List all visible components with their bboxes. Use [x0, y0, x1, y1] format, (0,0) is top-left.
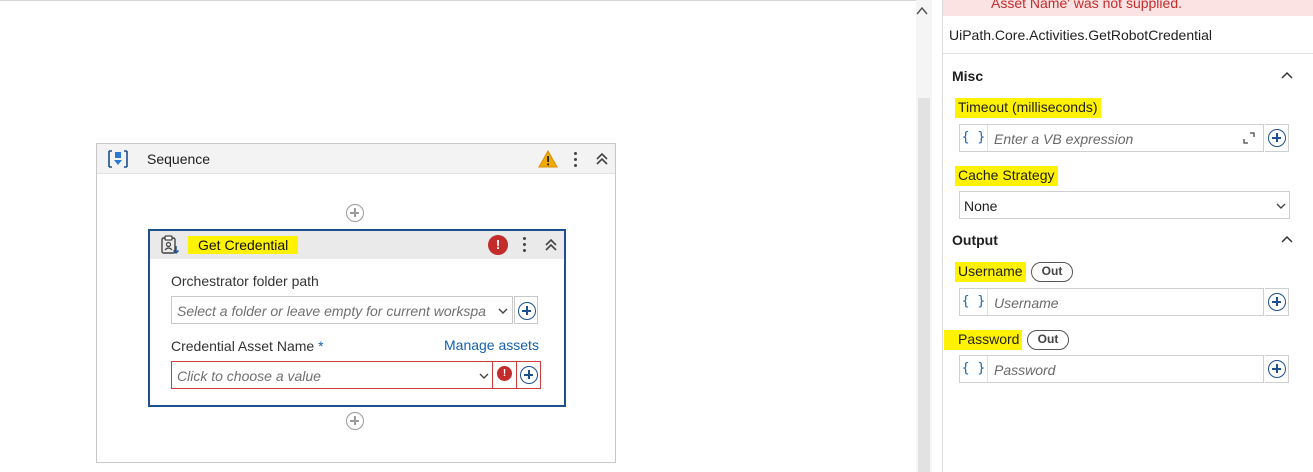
- properties-error-banner: Asset Name' was not supplied.: [943, 0, 1313, 16]
- sequence-more-icon[interactable]: [572, 150, 578, 170]
- folder-path-label: Orchestrator folder path: [171, 273, 319, 289]
- properties-body: Misc Timeout (milliseconds) { } Enter a …: [943, 54, 1313, 472]
- canvas-scroll-thumb[interactable]: [918, 98, 930, 472]
- folder-path-placeholder: Select a folder or leave empty for curre…: [177, 303, 486, 319]
- password-add-button[interactable]: [1265, 355, 1289, 383]
- asset-name-add-button[interactable]: [516, 361, 540, 389]
- asset-error-box: !: [492, 361, 516, 389]
- activity-title: Get Credential: [188, 236, 299, 254]
- sequence-title: Sequence: [147, 151, 211, 167]
- activity-error-icon[interactable]: !: [488, 235, 508, 255]
- plus-circle-icon: [518, 302, 536, 320]
- timeout-input[interactable]: { } Enter a VB expression: [959, 124, 1264, 152]
- activity-collapse-icon[interactable]: [544, 238, 558, 252]
- output-collapse-icon[interactable]: [1281, 234, 1293, 246]
- category-misc[interactable]: Misc: [952, 68, 983, 84]
- password-input[interactable]: { } Password: [959, 355, 1264, 383]
- sequence-header[interactable]: Sequence: [97, 144, 615, 174]
- properties-panel: Asset Name' was not supplied. UiPath.Cor…: [942, 0, 1313, 472]
- chevron-down-icon[interactable]: [1275, 200, 1287, 212]
- sequence-collapse-icon[interactable]: [595, 152, 609, 166]
- designer-canvas[interactable]: Sequence Get Credential ! Orchestrator f…: [0, 0, 916, 472]
- scroll-up-icon[interactable]: [914, 2, 930, 20]
- chevron-down-icon[interactable]: [497, 305, 509, 317]
- folder-path-add-button[interactable]: [514, 296, 538, 324]
- properties-error-text: Asset Name' was not supplied.: [991, 0, 1182, 11]
- expression-braces-icon: { }: [960, 125, 988, 151]
- asset-error-icon[interactable]: !: [497, 366, 512, 381]
- password-out-badge: Out: [1027, 330, 1069, 350]
- username-input[interactable]: { } Username: [959, 288, 1264, 316]
- add-activity-top-icon[interactable]: [346, 204, 364, 222]
- asset-name-label-text: Credential Asset Name: [171, 338, 315, 354]
- password-placeholder: Password: [994, 362, 1056, 378]
- cache-strategy-label: Cache Strategy: [955, 166, 1058, 186]
- username-placeholder: Username: [994, 295, 1059, 311]
- warning-icon[interactable]: [538, 150, 558, 168]
- required-mark: *: [318, 338, 324, 354]
- sequence-icon: [108, 150, 128, 168]
- add-activity-bottom-icon[interactable]: [346, 412, 364, 430]
- asset-name-placeholder: Click to choose a value: [177, 368, 321, 384]
- expression-braces-icon: { }: [960, 356, 988, 382]
- get-credential-activity[interactable]: Get Credential ! Orchestrator folder pat…: [148, 229, 566, 407]
- activity-header[interactable]: Get Credential !: [150, 231, 564, 259]
- timeout-label: Timeout (milliseconds): [955, 98, 1101, 118]
- activity-type-header: UiPath.Core.Activities.GetRobotCredentia…: [943, 16, 1313, 54]
- misc-collapse-icon[interactable]: [1281, 70, 1293, 82]
- cache-strategy-select[interactable]: None: [959, 191, 1290, 219]
- username-out-badge: Out: [1031, 262, 1073, 282]
- password-label: Password: [944, 330, 1023, 350]
- category-output[interactable]: Output: [952, 232, 998, 248]
- activity-type-name: UiPath.Core.Activities.GetRobotCredentia…: [949, 27, 1213, 43]
- timeout-add-button[interactable]: [1265, 124, 1289, 152]
- plus-circle-icon: [520, 366, 538, 384]
- expand-editor-icon[interactable]: [1243, 132, 1255, 144]
- plus-circle-icon: [1268, 360, 1286, 378]
- folder-path-dropdown[interactable]: Select a folder or leave empty for curre…: [171, 296, 538, 324]
- asset-name-dropdown[interactable]: Click to choose a value !: [171, 361, 541, 389]
- credential-icon: [161, 235, 180, 255]
- chevron-down-icon[interactable]: [478, 370, 490, 382]
- timeout-placeholder: Enter a VB expression: [994, 131, 1134, 147]
- manage-assets-link[interactable]: Manage assets: [444, 337, 539, 353]
- plus-circle-icon: [1268, 129, 1286, 147]
- expression-braces-icon: { }: [960, 289, 988, 315]
- asset-name-label: Credential Asset Name *: [171, 338, 324, 354]
- username-add-button[interactable]: [1265, 288, 1289, 316]
- activity-more-icon[interactable]: [521, 235, 527, 255]
- plus-circle-icon: [1268, 293, 1286, 311]
- cache-strategy-value: None: [964, 198, 998, 214]
- username-label: Username: [955, 262, 1026, 282]
